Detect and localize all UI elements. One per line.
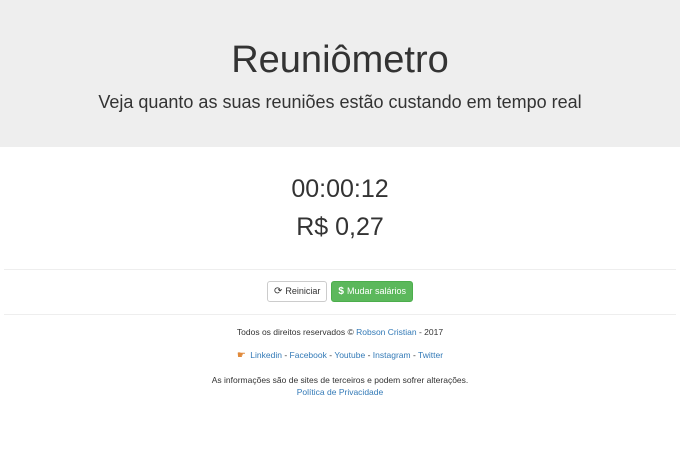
social-links: ☛ Linkedin - Facebook - Youtube - Instag… — [0, 349, 680, 362]
page-title: Reuniômetro — [231, 39, 449, 81]
divider — [4, 314, 676, 315]
action-buttons: ⟳ Reiniciar $ Mudar salários — [0, 281, 680, 302]
youtube-link[interactable]: Youtube — [334, 350, 365, 360]
change-salaries-button[interactable]: $ Mudar salários — [331, 281, 413, 302]
change-salaries-button-label: Mudar salários — [346, 286, 406, 296]
link-separator: - — [412, 350, 416, 360]
header-jumbotron: Reuniômetro Veja quanto as suas reuniões… — [0, 0, 680, 147]
meeting-cost: R$ 0,27 — [296, 213, 384, 241]
linkedin-link[interactable]: Linkedin — [250, 350, 282, 360]
disclaimer-text: As informações são de sites de terceiros… — [211, 375, 469, 385]
link-separator: - — [329, 350, 333, 360]
copyright-line: Todos os direitos reservados © Robson Cr… — [0, 326, 680, 338]
refresh-icon: ⟳ — [274, 286, 283, 297]
instagram-link[interactable]: Instagram — [373, 350, 411, 360]
dollar-icon: $ — [338, 286, 344, 297]
facebook-link[interactable]: Facebook — [290, 350, 327, 360]
restart-button-label: Reiniciar — [285, 286, 321, 296]
pointing-hand-icon: ☛ — [236, 350, 246, 361]
copyright-year: - 2017 — [418, 327, 444, 337]
elapsed-time: 00:00:12 — [291, 175, 389, 203]
restart-button[interactable]: ⟳ Reiniciar — [267, 281, 328, 302]
page-subtitle: Veja quanto as suas reuniões estão custa… — [98, 92, 582, 112]
divider — [4, 269, 676, 270]
privacy-policy-link[interactable]: Política de Privacidade — [297, 387, 383, 397]
twitter-link[interactable]: Twitter — [418, 350, 443, 360]
author-link[interactable]: Robson Cristian — [356, 327, 416, 337]
copyright-text: Todos os direitos reservados © — [236, 327, 354, 337]
privacy-line: Política de Privacidade — [0, 386, 680, 398]
link-separator: - — [367, 350, 371, 360]
link-separator: - — [284, 350, 288, 360]
